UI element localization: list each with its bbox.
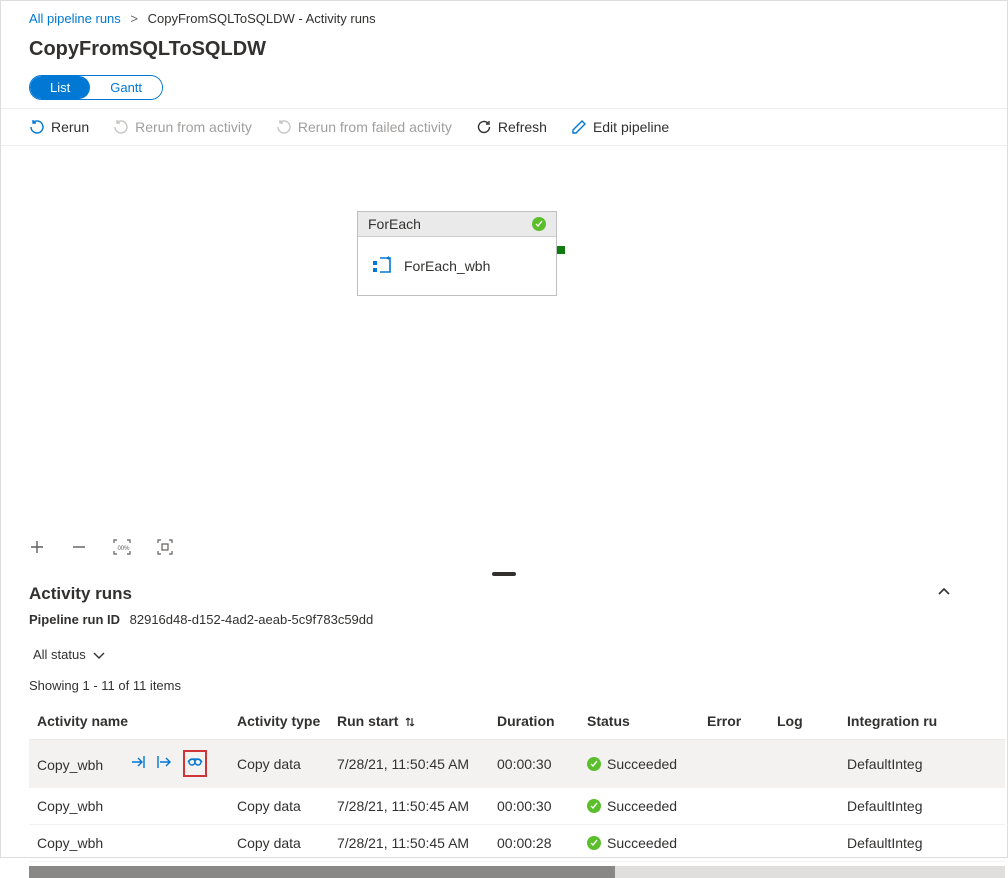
view-list-tab[interactable]: List [30, 76, 90, 99]
node-output-port[interactable] [557, 246, 565, 254]
rerun-from-activity-label: Rerun from activity [135, 119, 252, 135]
status-cell: Succeeded [579, 825, 699, 862]
error-cell [699, 825, 769, 862]
sort-icon [404, 716, 416, 728]
rerun-button[interactable]: Rerun [29, 119, 89, 135]
col-duration[interactable]: Duration [489, 703, 579, 740]
chevron-down-icon [92, 648, 106, 662]
activity-runs-table: Activity name Activity type Run start Du… [29, 703, 1005, 862]
activity-name-cell: Copy_wbh [37, 835, 103, 851]
col-integration[interactable]: Integration ru [839, 703, 1005, 740]
table-row[interactable]: Copy_wbh Copy data7/28/21, 11:50:45 AM00:… [29, 788, 1005, 825]
breadcrumb-current: CopyFromSQLToSQLDW - Activity runs [148, 11, 376, 26]
error-cell [699, 788, 769, 825]
pipeline-canvas[interactable]: ForEach ForEach_wbh 00% [1, 146, 1007, 564]
error-cell [699, 740, 769, 788]
status-filter-dropdown[interactable]: All status [29, 643, 110, 666]
zoom-out-button[interactable] [71, 539, 87, 558]
table-row[interactable]: Copy_wbh Copy data7/28/21, 11:50:45 AM00:… [29, 825, 1005, 862]
status-filter-label: All status [33, 647, 86, 662]
edit-pipeline-label: Edit pipeline [593, 119, 669, 135]
fit-to-screen-button[interactable] [157, 539, 173, 558]
pipeline-run-id-row: Pipeline run ID 82916d48-d152-4ad2-aeab-… [1, 612, 1007, 643]
zoom-100-button[interactable]: 00% [113, 539, 131, 558]
success-icon [587, 799, 601, 813]
view-toggle: List Gantt [29, 75, 163, 100]
duration-cell: 00:00:30 [489, 740, 579, 788]
col-activity-name[interactable]: Activity name [29, 703, 229, 740]
activity-type-cell: Copy data [229, 788, 329, 825]
details-icon[interactable] [183, 750, 207, 777]
horizontal-scrollbar[interactable] [29, 866, 1005, 878]
breadcrumb-separator: > [130, 11, 138, 26]
integration-cell: DefaultInteg [839, 788, 1005, 825]
activity-type-cell: Copy data [229, 740, 329, 788]
table-row[interactable]: Copy_wbh Copy data7/28/21, 11:50:45 AM00:… [29, 740, 1005, 788]
activity-runs-title: Activity runs [29, 584, 132, 604]
run-start-cell: 7/28/21, 11:50:45 AM [329, 825, 489, 862]
run-start-cell: 7/28/21, 11:50:45 AM [329, 788, 489, 825]
run-id-value: 82916d48-d152-4ad2-aeab-5c9f783c59dd [130, 612, 374, 627]
col-error[interactable]: Error [699, 703, 769, 740]
refresh-icon [476, 119, 492, 135]
input-icon[interactable] [131, 754, 147, 773]
showing-count: Showing 1 - 11 of 11 items [1, 678, 1007, 703]
edit-icon [571, 119, 587, 135]
col-status[interactable]: Status [579, 703, 699, 740]
duration-cell: 00:00:30 [489, 788, 579, 825]
toolbar: Rerun Rerun from activity Rerun from fai… [1, 108, 1007, 146]
page-title: CopyFromSQLToSQLDW [1, 32, 1007, 75]
run-id-label: Pipeline run ID [29, 612, 120, 627]
integration-cell: DefaultInteg [839, 740, 1005, 788]
breadcrumb: All pipeline runs > CopyFromSQLToSQLDW -… [1, 1, 1007, 32]
col-run-start[interactable]: Run start [329, 703, 489, 740]
status-cell: Succeeded [579, 740, 699, 788]
activity-type-cell: Copy data [229, 825, 329, 862]
log-cell [769, 740, 839, 788]
success-icon [587, 757, 601, 771]
log-cell [769, 825, 839, 862]
success-icon [587, 836, 601, 850]
log-cell [769, 788, 839, 825]
refresh-label: Refresh [498, 119, 547, 135]
rerun-label: Rerun [51, 119, 89, 135]
foreach-icon [372, 255, 394, 277]
rerun-failed-icon [276, 119, 292, 135]
rerun-from-failed-label: Rerun from failed activity [298, 119, 452, 135]
zoom-in-button[interactable] [29, 539, 45, 558]
rerun-icon [29, 119, 45, 135]
rerun-from-failed-button[interactable]: Rerun from failed activity [276, 119, 452, 135]
panel-resize-handle[interactable] [1, 564, 1007, 570]
collapse-panel-button[interactable] [937, 584, 951, 604]
node-body: ForEach_wbh [358, 237, 556, 295]
rerun-from-activity-button[interactable]: Rerun from activity [113, 119, 252, 135]
activity-name-cell: Copy_wbh [37, 757, 103, 773]
activity-name-cell: Copy_wbh [37, 798, 103, 814]
col-activity-type[interactable]: Activity type [229, 703, 329, 740]
col-log[interactable]: Log [769, 703, 839, 740]
view-gantt-tab[interactable]: Gantt [90, 76, 162, 99]
duration-cell: 00:00:28 [489, 825, 579, 862]
node-name: ForEach_wbh [404, 258, 490, 274]
integration-cell: DefaultInteg [839, 825, 1005, 862]
edit-pipeline-button[interactable]: Edit pipeline [571, 119, 669, 135]
breadcrumb-root-link[interactable]: All pipeline runs [29, 11, 121, 26]
node-header: ForEach [358, 212, 556, 237]
refresh-button[interactable]: Refresh [476, 119, 547, 135]
node-type-label: ForEach [368, 216, 421, 232]
svg-text:00%: 00% [118, 546, 131, 552]
success-icon [532, 217, 546, 231]
status-cell: Succeeded [579, 788, 699, 825]
rerun-activity-icon [113, 119, 129, 135]
canvas-controls: 00% [29, 539, 173, 558]
run-start-cell: 7/28/21, 11:50:45 AM [329, 740, 489, 788]
output-icon[interactable] [157, 754, 173, 773]
foreach-node[interactable]: ForEach ForEach_wbh [357, 211, 557, 296]
